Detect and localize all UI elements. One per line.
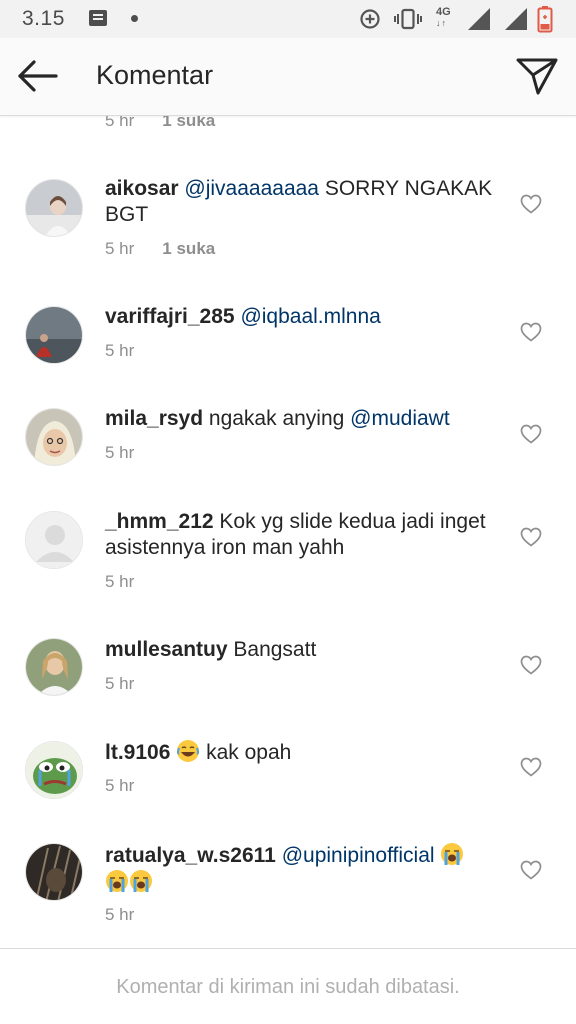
arrow-left-icon — [18, 60, 58, 92]
comment-likes-button[interactable]: 1 suka — [162, 239, 215, 258]
notification-dot-icon — [131, 15, 138, 22]
app-header: Komentar — [0, 38, 576, 116]
comment-text: lt.9106 kak opah — [105, 739, 500, 766]
status-time: 3.15 — [22, 7, 65, 30]
like-heart-icon[interactable] — [520, 194, 542, 214]
comment-username[interactable]: lt.9106 — [105, 741, 170, 764]
comment-username[interactable]: mullesantuy — [105, 638, 228, 661]
laughing-crying-emoji-icon — [176, 739, 200, 763]
comment-meta: 5 hr — [105, 905, 134, 925]
comment-body: Bangsatt — [227, 638, 317, 661]
avatar[interactable] — [25, 741, 83, 799]
comment-body: kak opah — [200, 741, 292, 764]
loudly-crying-emoji-icon — [129, 869, 153, 893]
comment-mention[interactable]: @mudiawt — [350, 407, 450, 430]
comment-meta: 5 hr — [105, 776, 134, 796]
comment-likes-button[interactable]: 1 suka — [162, 116, 215, 130]
comment-time: 5 hr — [105, 674, 135, 693]
status-bar: 3.15 4G ↓↑ — [0, 0, 576, 38]
previous-comment-meta: 5 hr 1 suka — [105, 116, 215, 131]
comment-text: ratualya_w.s2611 @upinipinofficial — [105, 842, 500, 896]
vibrate-icon — [394, 8, 422, 30]
signal-icon — [505, 8, 527, 30]
avatar[interactable] — [25, 179, 83, 237]
page-title: Komentar — [96, 60, 214, 90]
comment-username[interactable]: mila_rsyd — [105, 407, 203, 430]
avatar[interactable] — [25, 843, 83, 901]
comment-mention[interactable]: @iqbaal.mlnna — [240, 305, 380, 328]
avatar[interactable] — [25, 306, 83, 364]
avatar[interactable] — [25, 511, 83, 569]
comment-username[interactable]: aikosar — [105, 177, 179, 200]
comment-mention[interactable]: @upinipinofficial — [282, 844, 435, 867]
like-heart-icon[interactable] — [520, 424, 542, 444]
comments-restricted-notice: Komentar di kiriman ini sudah dibatasi. — [116, 976, 460, 998]
comment-meta: 5 hr — [105, 341, 134, 361]
like-heart-icon[interactable] — [520, 527, 542, 547]
comment-time: 5 hr — [105, 116, 135, 130]
like-heart-icon[interactable] — [520, 655, 542, 675]
comment-text: mullesantuy Bangsatt — [105, 637, 500, 663]
message-icon — [89, 10, 107, 26]
comment-time: 5 hr — [105, 905, 135, 924]
comment-username[interactable]: ratualya_w.s2611 — [105, 844, 276, 867]
loudly-crying-emoji-icon — [440, 842, 464, 866]
comment-time: 5 hr — [105, 443, 135, 462]
like-heart-icon[interactable] — [520, 860, 542, 880]
paper-plane-icon — [516, 58, 558, 95]
comment-text: aikosar @jivaaaaaaaa SORRY NGAKAK BGT — [105, 176, 500, 228]
avatar[interactable] — [25, 638, 83, 696]
comment-meta: 5 hr — [105, 674, 134, 694]
comment-username[interactable]: _hmm_212 — [105, 510, 214, 533]
comment-list[interactable]: 5 hr 1 suka aikosar @jivaaaaaaaa SORRY NG… — [0, 116, 576, 948]
comment-text: _hmm_212 Kok yg slide kedua jadi inget a… — [105, 509, 500, 561]
comment-time: 5 hr — [105, 341, 135, 360]
like-heart-icon[interactable] — [520, 757, 542, 777]
comment-meta: 5 hr — [105, 572, 134, 592]
comment-text: mila_rsyd ngakak anying @mudiawt — [105, 406, 500, 432]
comment-meta: 5 hr — [105, 443, 134, 463]
comment-text: variffajri_285 @iqbaal.mlnna — [105, 304, 500, 330]
share-button[interactable] — [515, 55, 559, 97]
comment-time: 5 hr — [105, 572, 135, 591]
comment-meta: 5 hr 1 suka — [105, 239, 215, 259]
comments-restricted-footer: Komentar di kiriman ini sudah dibatasi. — [0, 948, 576, 1024]
back-button[interactable] — [14, 56, 60, 96]
comment-mention[interactable]: @jivaaaaaaaa — [184, 177, 319, 200]
network-type-label: 4G ↓↑ — [436, 6, 451, 29]
comment-username[interactable]: variffajri_285 — [105, 305, 235, 328]
comment-time: 5 hr — [105, 239, 135, 258]
avatar[interactable] — [25, 408, 83, 466]
battery-low-icon — [537, 6, 553, 33]
signal-icon — [468, 8, 490, 30]
data-saver-icon — [360, 9, 380, 29]
comment-body: ngakak anying — [203, 407, 351, 430]
like-heart-icon[interactable] — [520, 322, 542, 342]
loudly-crying-emoji-icon — [105, 869, 129, 893]
comment-time: 5 hr — [105, 776, 135, 795]
